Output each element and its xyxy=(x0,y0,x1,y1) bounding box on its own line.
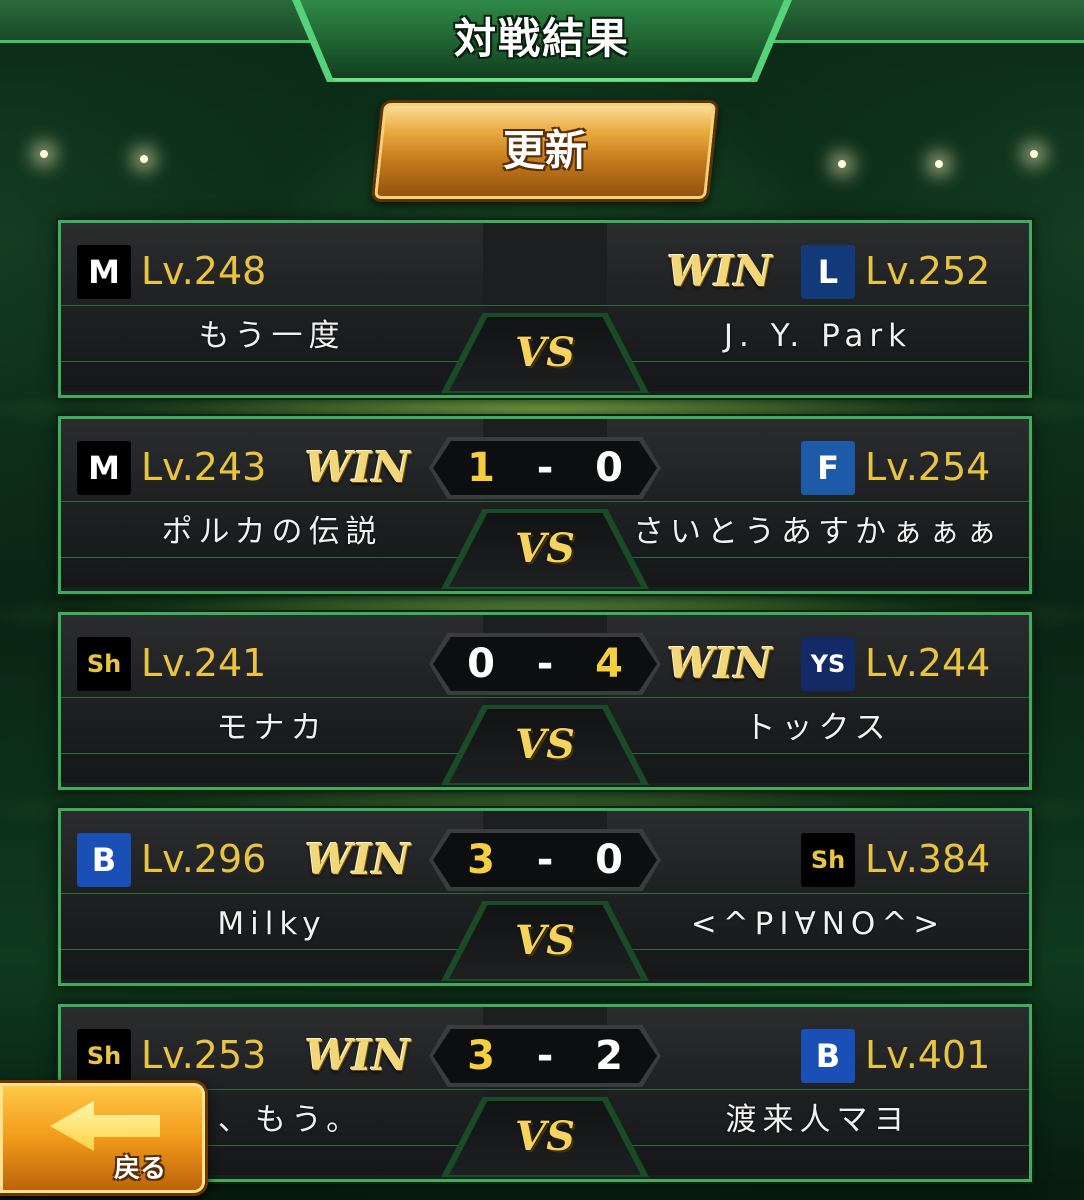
right-player-level: Lv.254 xyxy=(865,445,991,489)
right-player-name: さいとうあすかぁぁぁ xyxy=(633,514,1003,550)
score-display: 0 - 4 xyxy=(433,637,657,691)
sparkle-icon xyxy=(1030,150,1038,158)
vs-label: VS xyxy=(515,525,575,572)
hawks-icon: Sh xyxy=(77,1029,131,1083)
left-player-level: Lv.248 xyxy=(141,249,267,293)
right-player-name: J. Y. Park xyxy=(723,318,913,354)
refresh-button-label: 更新 xyxy=(502,126,587,175)
score-separator: - xyxy=(494,1033,596,1079)
vs-label: VS xyxy=(515,1113,575,1160)
back-arrow-icon xyxy=(50,1101,160,1151)
header: 対戦結果 xyxy=(0,0,1084,82)
marines-icon: M xyxy=(77,245,131,299)
fighters-icon: F xyxy=(801,441,855,495)
score-display: 3 - 2 xyxy=(433,1029,657,1083)
right-player-level: Lv.252 xyxy=(865,249,991,293)
baystars-icon: B xyxy=(77,833,131,887)
right-score: 2 xyxy=(595,1033,623,1079)
score-display: 3 - 0 xyxy=(433,833,657,887)
left-score: 1 xyxy=(467,445,495,491)
hawks-icon: Sh xyxy=(77,637,131,691)
divider xyxy=(61,305,1029,306)
left-player-name: ポルカの伝説 xyxy=(161,514,383,550)
left-win-badge: WIN xyxy=(305,443,411,492)
score-separator: - xyxy=(494,641,596,687)
left-player-level: Lv.253 xyxy=(141,1033,267,1077)
back-button[interactable]: 戻る xyxy=(0,1080,208,1196)
sparkle-icon xyxy=(140,155,148,163)
left-player-name: Milky xyxy=(217,906,327,942)
left-player-name: モナカ xyxy=(216,710,328,746)
match-card[interactable]: VS Sh Lv.241 モナカ WIN YS Lv.244 トックス 0 - 4 xyxy=(58,612,1032,790)
divider xyxy=(61,893,1029,894)
right-score: 0 xyxy=(595,837,623,883)
refresh-button[interactable]: 更新 xyxy=(370,100,720,202)
sparkle-icon xyxy=(838,160,846,168)
vs-label: VS xyxy=(515,329,575,376)
right-player-level: Lv.384 xyxy=(865,837,991,881)
left-score: 3 xyxy=(467,837,495,883)
score-separator: - xyxy=(494,837,596,883)
vs-label: VS xyxy=(515,917,575,964)
sparkle-icon xyxy=(935,160,943,168)
lions-icon: L xyxy=(801,245,855,299)
match-card[interactable]: VS B Lv.296 WIN Milky Sh Lv.384 <^PI∀NO^> 3 - 0 xyxy=(58,808,1032,986)
divider xyxy=(61,697,1029,698)
left-score: 3 xyxy=(467,1033,495,1079)
score-display: 1 - 0 xyxy=(433,441,657,495)
right-win-badge: WIN xyxy=(667,639,773,688)
page-title: 対戦結果 xyxy=(453,14,630,63)
right-player-level: Lv.401 xyxy=(865,1033,991,1077)
back-button-label: 戻る xyxy=(113,1154,166,1184)
right-player-name: トックス xyxy=(744,710,892,746)
left-player-level: Lv.241 xyxy=(141,641,267,685)
right-score: 4 xyxy=(595,641,623,687)
right-score: 0 xyxy=(595,445,623,491)
left-player-name: もう一度 xyxy=(198,318,346,354)
right-win-badge: WIN xyxy=(667,247,773,296)
left-win-badge: WIN xyxy=(305,835,411,884)
divider xyxy=(61,501,1029,502)
sparkle-icon xyxy=(40,150,48,158)
match-card[interactable]: VS M Lv.243 WIN ポルカの伝説 F Lv.254 さいとうあすかぁぁぁ 1 - 0 xyxy=(58,416,1032,594)
left-win-badge: WIN xyxy=(305,1031,411,1080)
score-separator: - xyxy=(494,445,596,491)
baystars-icon: B xyxy=(801,1029,855,1083)
hawks-icon: Sh xyxy=(801,833,855,887)
left-score: 0 xyxy=(467,641,495,687)
right-player-level: Lv.244 xyxy=(865,641,991,685)
swallows-icon: YS xyxy=(801,637,855,691)
left-player-level: Lv.243 xyxy=(141,445,267,489)
marines-icon: M xyxy=(77,441,131,495)
right-player-name: <^PI∀NO^> xyxy=(690,906,946,942)
left-player-level: Lv.296 xyxy=(141,837,267,881)
vs-label: VS xyxy=(515,721,575,768)
match-card[interactable]: VS M Lv.248 もう一度 WIN L Lv.252 J. Y. Park xyxy=(58,220,1032,398)
right-player-name: 渡来人マヨ xyxy=(725,1102,911,1138)
